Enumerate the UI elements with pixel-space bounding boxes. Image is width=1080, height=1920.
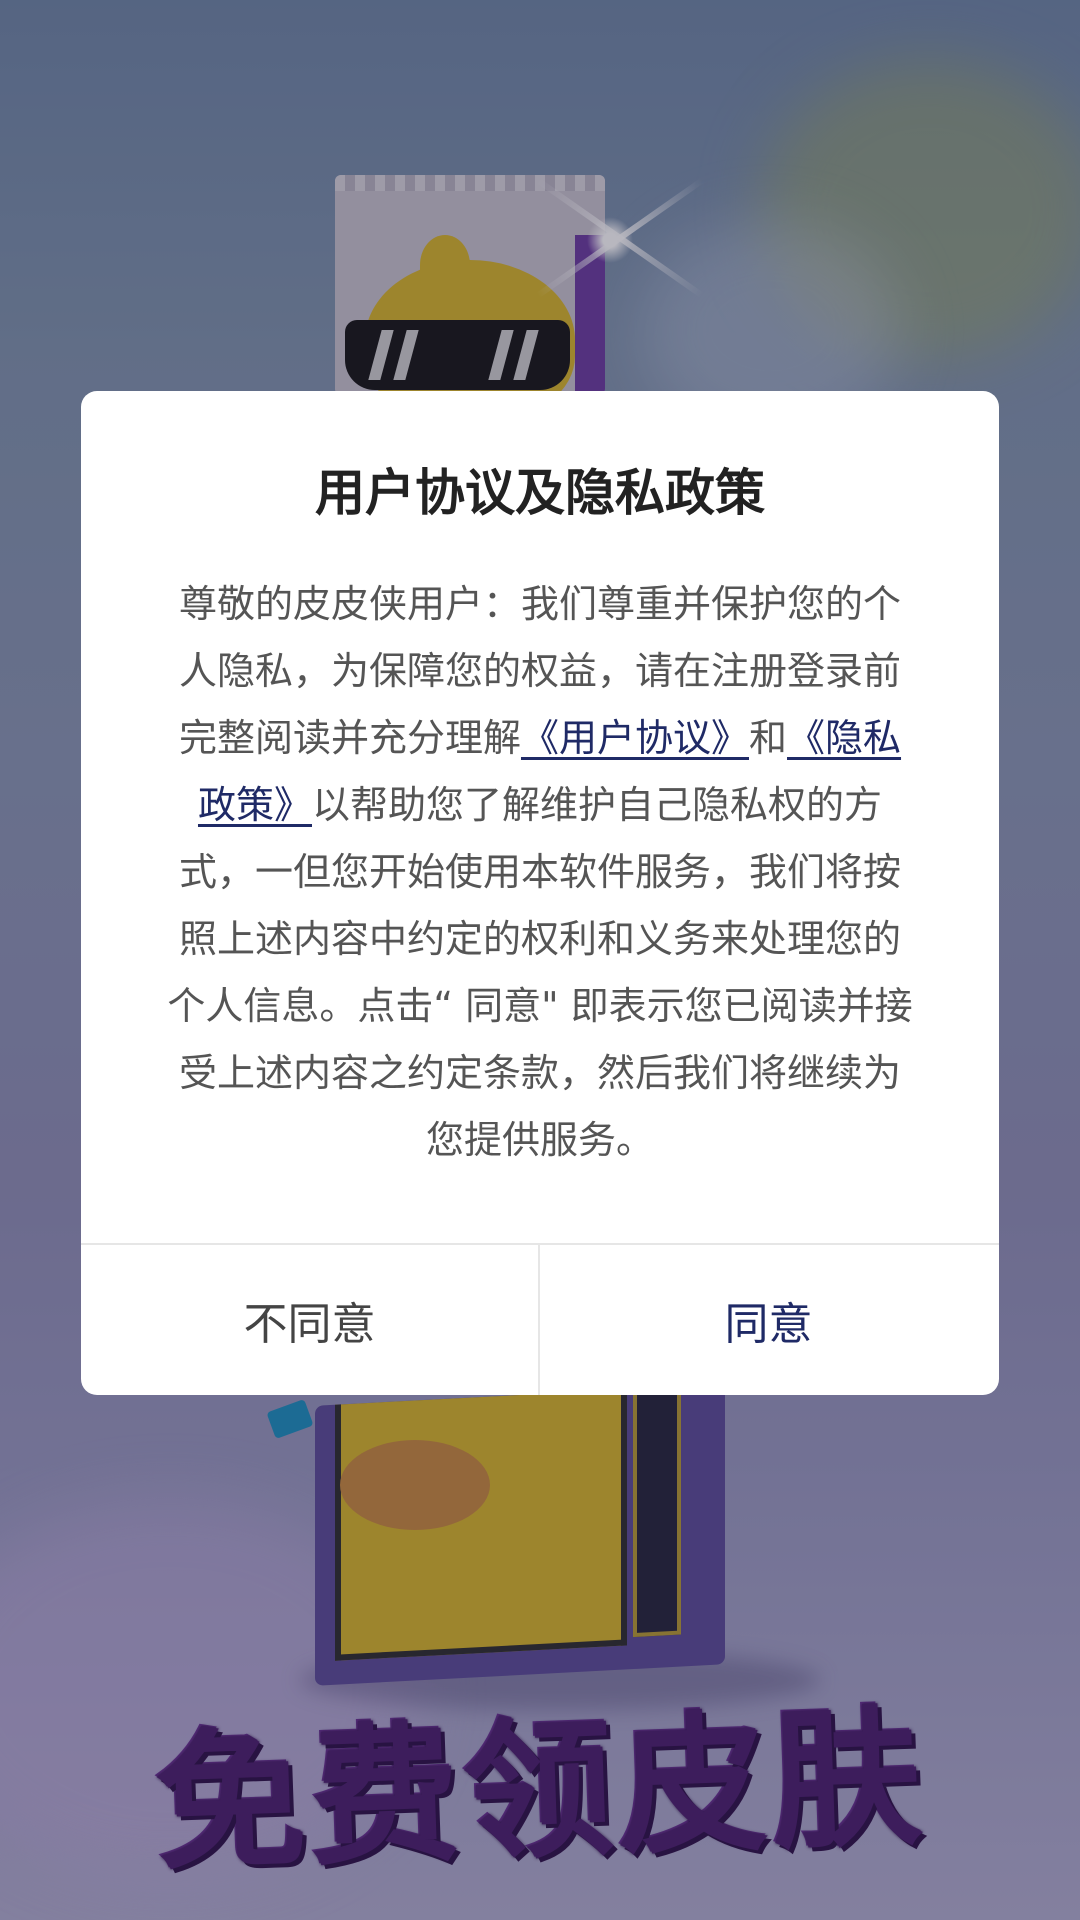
- splash-screen: 免费领皮肤 用户协议及隐私政策 尊敬的皮皮侠用户：我们尊重并保护您的个人隐私，为…: [0, 0, 1080, 1920]
- user-agreement-link[interactable]: 《用户协议》: [521, 716, 749, 760]
- agree-button[interactable]: 同意: [540, 1245, 997, 1395]
- body-text: 和: [749, 716, 788, 760]
- dialog-title: 用户协议及隐私政策: [315, 464, 765, 522]
- privacy-dialog: 用户协议及隐私政策 尊敬的皮皮侠用户：我们尊重并保护您的个人隐私，为保障您的权益…: [81, 391, 999, 1395]
- dialog-body: 尊敬的皮皮侠用户：我们尊重并保护您的个人隐私，为保障您的权益，请在注册登录前完整…: [163, 571, 917, 1174]
- disagree-button[interactable]: 不同意: [81, 1245, 538, 1395]
- body-text: 以帮助您了解维护自己隐私权的方式，一但您开始使用本软件服务，我们将按照上述内容中…: [167, 783, 913, 1162]
